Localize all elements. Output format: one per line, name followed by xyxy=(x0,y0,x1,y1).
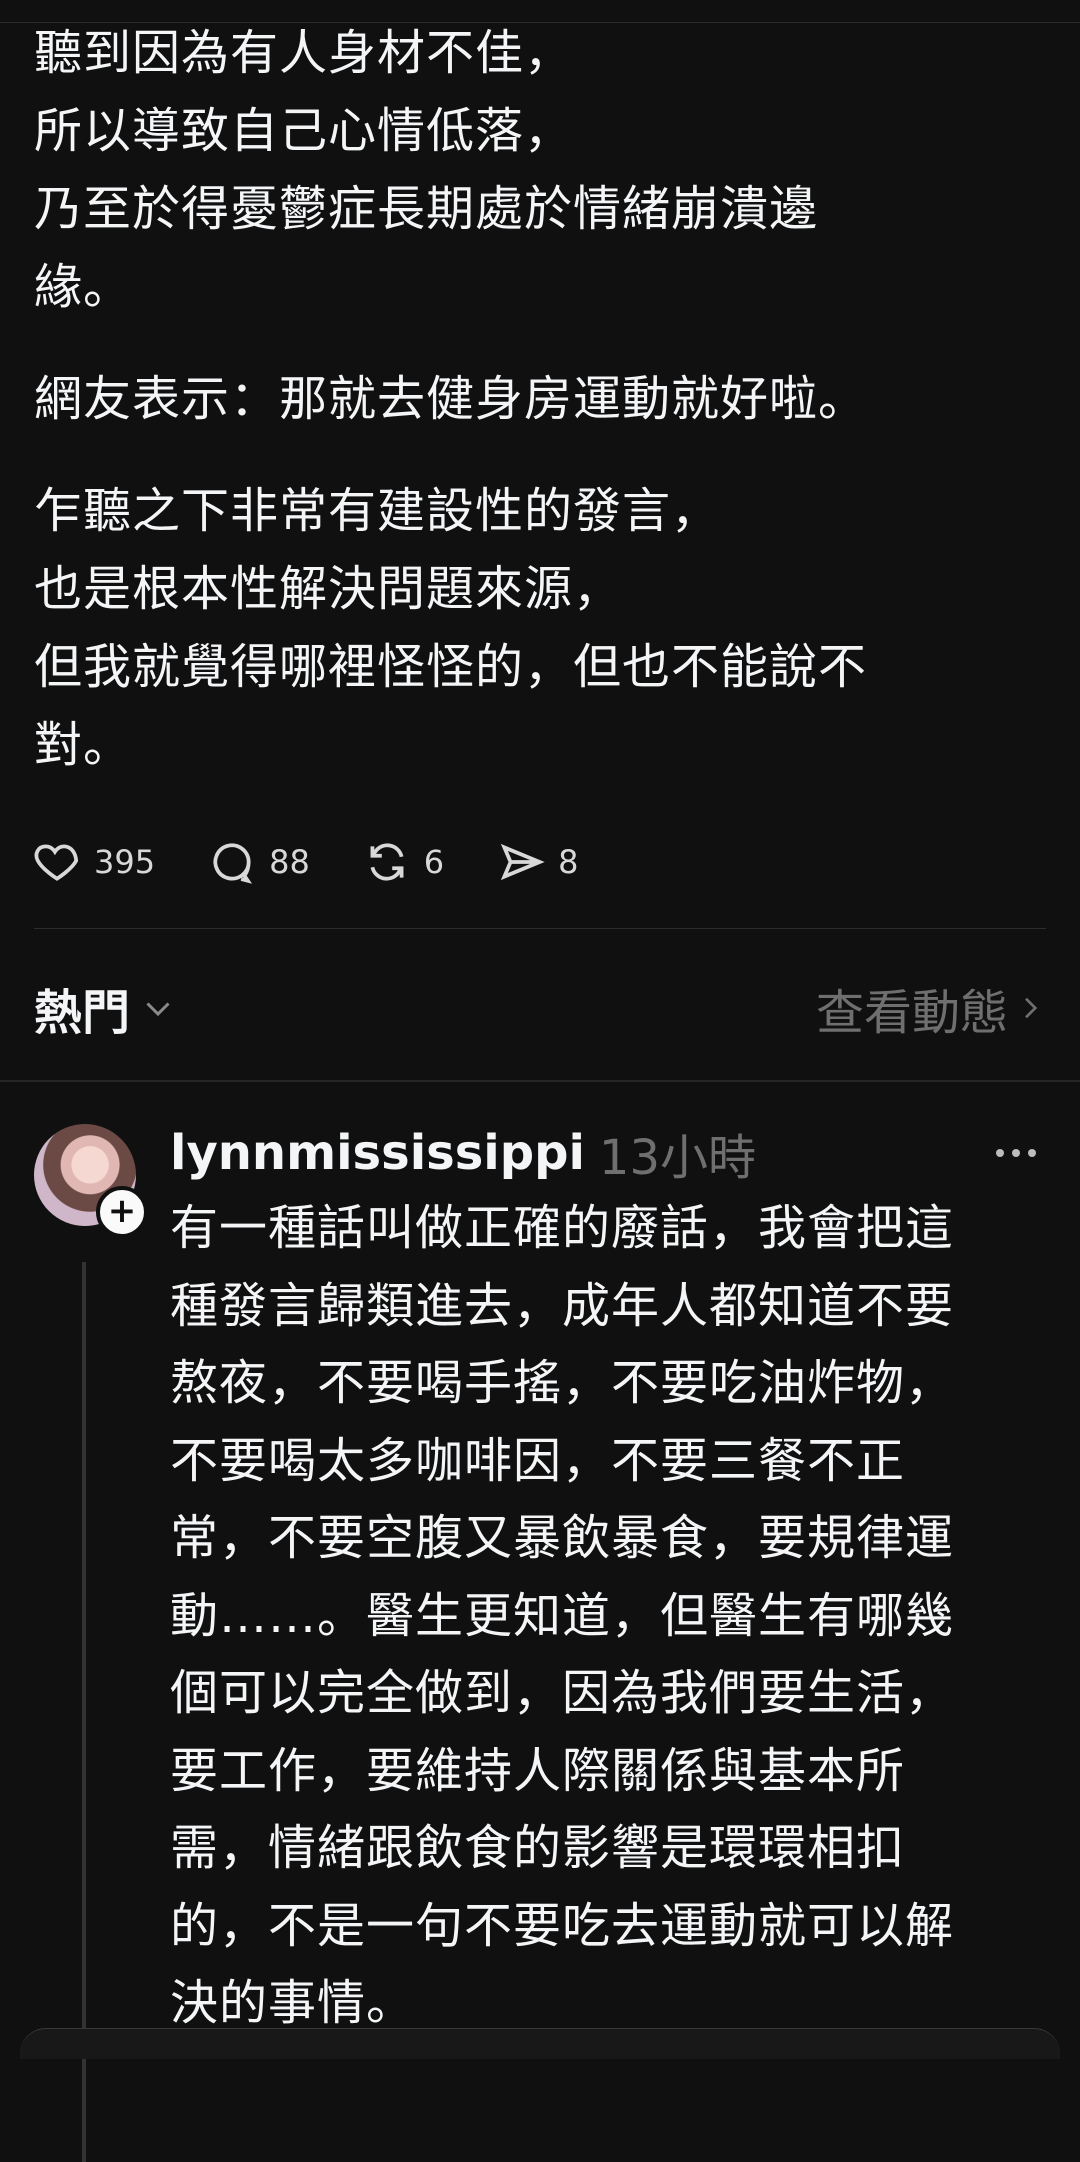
view-activity-link[interactable]: 查看動態 xyxy=(816,973,1046,1043)
reply-header: lynnmississippi 13小時 xyxy=(170,1120,1046,1186)
chevron-right-icon xyxy=(1025,997,1038,1019)
chevron-down-icon xyxy=(146,1002,170,1017)
share-count: 8 xyxy=(558,843,579,881)
post-paragraph: 網友表示：那就去健身房運動就好啦。 xyxy=(34,371,868,427)
reply-text: 有一種話叫做正確的廢話，我會把這 種發言歸類進去，成年人都知道不要 熬夜，不要喝… xyxy=(170,1200,955,2031)
replies-header: 熱門 查看動態 xyxy=(34,972,1046,1044)
reply-timestamp: 13小時 xyxy=(598,1130,757,1186)
share-button[interactable]: 8 xyxy=(496,837,579,887)
divider xyxy=(0,1080,1080,1082)
more-options-icon[interactable] xyxy=(988,1149,1036,1157)
like-button[interactable]: 395 xyxy=(32,837,155,887)
view-activity-label: 查看動態 xyxy=(815,985,1008,1041)
send-icon xyxy=(500,843,545,881)
heart-icon xyxy=(34,844,79,881)
comment-button[interactable]: 88 xyxy=(207,837,310,887)
thread-line xyxy=(82,1262,86,2162)
post-actions: 395 88 6 8 xyxy=(32,832,631,892)
sort-label: 熱門 xyxy=(34,985,131,1041)
post-body: 聽到因為有人身材不佳， 所以導致自己心情低落， 乃至於得憂鬱症長期處於情緒崩潰邊… xyxy=(34,14,1034,818)
comment-count: 88 xyxy=(269,843,310,881)
post-paragraph: 乍聽之下非常有建設性的發言， 也是根本性解決問題來源， 但我就覺得哪裡怪怪的，但… xyxy=(34,483,868,773)
divider xyxy=(34,928,1046,929)
comment-icon xyxy=(213,843,253,884)
bottom-sheet-edge xyxy=(20,2028,1060,2059)
repost-count: 6 xyxy=(423,843,445,881)
repost-button[interactable]: 6 xyxy=(362,837,444,887)
sort-dropdown[interactable]: 熱門 xyxy=(34,973,176,1043)
like-count: 395 xyxy=(94,843,156,881)
reply-username[interactable]: lynnmississippi xyxy=(170,1125,585,1181)
follow-plus-icon[interactable]: + xyxy=(96,1186,148,1238)
repost-icon xyxy=(370,843,404,881)
post-paragraph: 聽到因為有人身材不佳， 所以導致自己心情低落， 乃至於得憂鬱症長期處於情緒崩潰邊… xyxy=(34,25,819,315)
